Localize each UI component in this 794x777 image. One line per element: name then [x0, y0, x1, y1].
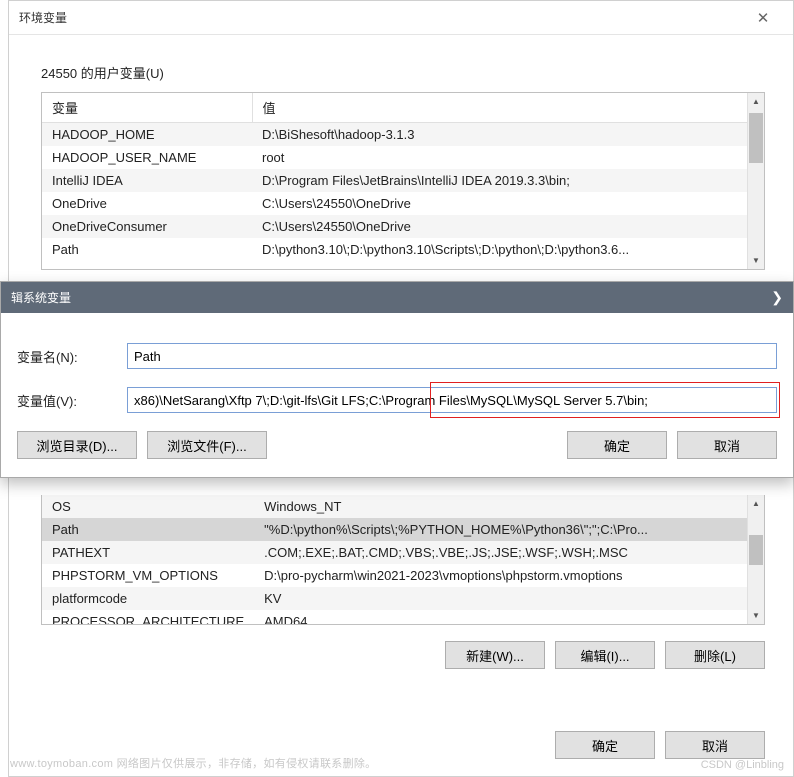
- cell-value: D:\BiShesoft\hadoop-3.1.3: [252, 123, 764, 147]
- cell-variable: PATHEXT: [42, 541, 254, 564]
- table-row[interactable]: Path"%D:\python%\Scripts\;%PYTHON_HOME%\…: [42, 518, 764, 541]
- cell-value: C:\Users\24550\OneDrive: [252, 215, 764, 238]
- cell-variable: OneDrive: [42, 192, 252, 215]
- cell-variable: Path: [42, 518, 254, 541]
- table-row[interactable]: PATHEXT.COM;.EXE;.BAT;.CMD;.VBS;.VBE;.JS…: [42, 541, 764, 564]
- watermark-right: CSDN @Linbling: [701, 759, 784, 771]
- cell-value: Windows_NT: [254, 495, 764, 518]
- col-header-variable[interactable]: 变量: [42, 93, 252, 123]
- edit-variable-dialog: 辑系统变量 ❯ 变量名(N): 变量值(V): 浏览目录(D)... 浏览文件(…: [0, 281, 794, 478]
- cancel-button[interactable]: 取消: [665, 731, 765, 759]
- ok-button[interactable]: 确定: [555, 731, 655, 759]
- variable-value-input[interactable]: [127, 387, 777, 413]
- browse-file-button[interactable]: 浏览文件(F)...: [147, 431, 267, 459]
- cell-value: C:\Users\24550\OneDrive: [252, 192, 764, 215]
- scroll-thumb[interactable]: [749, 535, 763, 565]
- edit-dialog-title: 辑系统变量: [11, 289, 753, 306]
- system-scrollbar[interactable]: ▲ ▼: [747, 495, 764, 624]
- user-scrollbar[interactable]: ▲ ▼: [747, 93, 764, 269]
- cell-variable: platformcode: [42, 587, 254, 610]
- scroll-thumb[interactable]: [749, 113, 763, 163]
- close-icon[interactable]: ✕: [743, 9, 783, 27]
- variable-name-input[interactable]: [127, 343, 777, 369]
- watermark-left: www.toymoban.com 网络图片仅供展示，非存储，如有侵权请联系删除。: [10, 755, 376, 771]
- cell-value: .COM;.EXE;.BAT;.CMD;.VBS;.VBE;.JS;.JSE;.…: [254, 541, 764, 564]
- delete-button[interactable]: 删除(L): [665, 641, 765, 669]
- user-vars-label: 24550 的用户变量(U): [41, 63, 793, 82]
- scroll-up-icon[interactable]: ▲: [748, 495, 764, 512]
- system-actions-row: 新建(W)... 编辑(I)... 删除(L): [445, 641, 765, 669]
- cell-variable: HADOOP_HOME: [42, 123, 252, 147]
- table-row[interactable]: HADOOP_HOMED:\BiShesoft\hadoop-3.1.3: [42, 123, 764, 147]
- cell-value: AMD64: [254, 610, 764, 625]
- cell-value: D:\pro-pycharm\win2021-2023\vmoptions\ph…: [254, 564, 764, 587]
- cell-variable: PROCESSOR_ARCHITECTURE: [42, 610, 254, 625]
- cell-variable: PHPSTORM_VM_OPTIONS: [42, 564, 254, 587]
- table-row[interactable]: PathD:\python3.10\;D:\python3.10\Scripts…: [42, 238, 764, 261]
- cell-variable: OS: [42, 495, 254, 518]
- variable-name-label: 变量名(N):: [17, 347, 127, 366]
- cell-value: root: [252, 146, 764, 169]
- titlebar: 环境变量 ✕: [9, 1, 793, 35]
- scroll-up-icon[interactable]: ▲: [748, 93, 764, 110]
- cell-value: KV: [254, 587, 764, 610]
- edit-button[interactable]: 编辑(I)...: [555, 641, 655, 669]
- edit-close-icon[interactable]: ❯: [753, 289, 783, 306]
- dialog-actions-row: 确定 取消: [555, 731, 765, 759]
- cell-variable: HADOOP_USER_NAME: [42, 146, 252, 169]
- table-row[interactable]: OSWindows_NT: [42, 495, 764, 518]
- cell-variable: Path: [42, 238, 252, 261]
- table-row[interactable]: PHPSTORM_VM_OPTIONSD:\pro-pycharm\win202…: [42, 564, 764, 587]
- cell-value: D:\Program Files\JetBrains\IntelliJ IDEA…: [252, 169, 764, 192]
- user-vars-table: 变量 值 HADOOP_HOMED:\BiShesoft\hadoop-3.1.…: [41, 92, 765, 270]
- cell-value: "%D:\python%\Scripts\;%PYTHON_HOME%\Pyth…: [254, 518, 764, 541]
- col-header-value[interactable]: 值: [252, 93, 764, 123]
- new-button[interactable]: 新建(W)...: [445, 641, 545, 669]
- cell-value: D:\python3.10\;D:\python3.10\Scripts\;D:…: [252, 238, 764, 261]
- scroll-down-icon[interactable]: ▼: [748, 607, 764, 624]
- edit-titlebar: 辑系统变量 ❯: [1, 282, 793, 313]
- edit-cancel-button[interactable]: 取消: [677, 431, 777, 459]
- cell-variable: IntelliJ IDEA: [42, 169, 252, 192]
- table-row[interactable]: PROCESSOR_ARCHITECTUREAMD64: [42, 610, 764, 625]
- table-row[interactable]: OneDriveConsumerC:\Users\24550\OneDrive: [42, 215, 764, 238]
- system-vars-table: OSWindows_NTPath"%D:\python%\Scripts\;%P…: [41, 495, 765, 625]
- table-row[interactable]: OneDriveC:\Users\24550\OneDrive: [42, 192, 764, 215]
- cell-variable: OneDriveConsumer: [42, 215, 252, 238]
- dialog-title: 环境变量: [19, 9, 743, 26]
- table-row[interactable]: IntelliJ IDEAD:\Program Files\JetBrains\…: [42, 169, 764, 192]
- variable-value-label: 变量值(V):: [17, 391, 127, 410]
- browse-dir-button[interactable]: 浏览目录(D)...: [17, 431, 137, 459]
- table-row[interactable]: HADOOP_USER_NAMEroot: [42, 146, 764, 169]
- scroll-down-icon[interactable]: ▼: [748, 252, 764, 269]
- edit-ok-button[interactable]: 确定: [567, 431, 667, 459]
- table-row[interactable]: platformcodeKV: [42, 587, 764, 610]
